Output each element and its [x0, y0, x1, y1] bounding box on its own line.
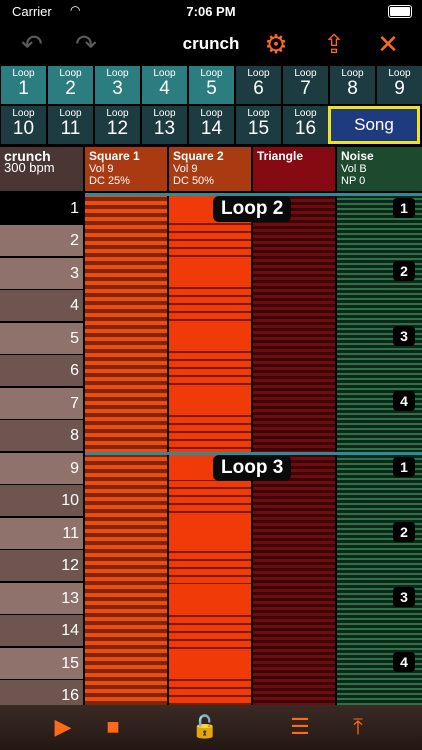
list-icon[interactable]: ☰ — [285, 713, 315, 741]
loop-button-3[interactable]: Loop 3 — [95, 66, 140, 104]
bar-number: 1 — [393, 457, 415, 477]
row-number[interactable]: 15 — [0, 648, 83, 679]
channel-noise[interactable]: Noise Vol B NP 0 — [337, 147, 422, 191]
status-time: 7:06 PM — [186, 4, 236, 19]
bar-number: 1 — [393, 198, 415, 218]
row-number[interactable]: 8 — [0, 420, 83, 451]
bottom-toolbar: ▶ ■ 🔓 ☰ ⤒ — [0, 705, 422, 750]
close-icon[interactable]: ✕ — [372, 28, 404, 60]
bar-number: 2 — [393, 261, 415, 281]
stop-icon[interactable]: ■ — [98, 713, 128, 741]
song-title: crunch — [182, 34, 240, 53]
note-block — [169, 649, 251, 675]
bar-number: 4 — [393, 652, 415, 672]
loop-button-8[interactable]: Loop 8 — [330, 66, 375, 104]
loop-button-5[interactable]: Loop 5 — [189, 66, 234, 104]
loop-button-7[interactable]: Loop 7 — [283, 66, 328, 104]
song-button[interactable]: Song — [328, 106, 420, 144]
note-block — [169, 584, 251, 610]
loop-label: Loop 3 — [213, 455, 292, 481]
loop-button-6[interactable]: Loop 6 — [236, 66, 281, 104]
row-number[interactable]: 3 — [0, 258, 83, 289]
row-number[interactable]: 12 — [0, 550, 83, 581]
row-number[interactable]: 6 — [0, 355, 83, 386]
bar-number: 3 — [393, 326, 415, 346]
loop-button-4[interactable]: Loop 4 — [142, 66, 187, 104]
scroll-top-icon[interactable]: ⤒ — [343, 713, 373, 741]
loop-button-9[interactable]: Loop 9 — [377, 66, 422, 104]
loop-button-11[interactable]: Loop 11 — [48, 106, 93, 144]
channel-triangle[interactable]: Triangle — [253, 147, 335, 191]
row-number[interactable]: 10 — [0, 485, 83, 516]
row-number[interactable]: 4 — [0, 290, 83, 321]
song-info[interactable]: crunch 300 bpm — [0, 147, 83, 191]
channel-square-1[interactable]: Square 1 Vol 9 DC 25% — [85, 147, 167, 191]
toolbar: ↶ ↷ crunch ⚙ ⇪ ✕ — [0, 24, 422, 64]
loop-label: Loop 2 — [213, 196, 292, 222]
pattern-grid[interactable]: Loop 2 Loop 3 1 2 3 4 1 2 3 4 — [85, 193, 422, 705]
row-number[interactable]: 11 — [0, 518, 83, 549]
row-number[interactable]: 2 — [0, 225, 83, 256]
note-block — [169, 519, 251, 545]
battery-icon — [388, 5, 412, 18]
song-tempo: 300 bpm — [4, 160, 55, 175]
note-block — [169, 389, 251, 415]
unlock-icon[interactable]: 🔓 — [190, 713, 220, 741]
loop-button-2[interactable]: Loop 2 — [48, 66, 93, 104]
row-number[interactable]: 1 — [0, 193, 83, 224]
gear-icon[interactable]: ⚙ — [260, 28, 292, 60]
status-bar: Carrier ◠ 7:06 PM — [0, 0, 422, 24]
loop-button-1[interactable]: Loop 1 — [1, 66, 46, 104]
bar-number: 2 — [393, 522, 415, 542]
channel-square-2[interactable]: Square 2 Vol 9 DC 50% — [169, 147, 251, 191]
channel-header: crunch 300 bpm Square 1 Vol 9 DC 25% Squar… — [0, 147, 422, 191]
row-number[interactable]: 9 — [0, 453, 83, 484]
share-icon[interactable]: ⇪ — [318, 28, 350, 60]
loop-button-16[interactable]: Loop 16 — [283, 106, 328, 144]
loop-button-12[interactable]: Loop 12 — [95, 106, 140, 144]
loop-button-13[interactable]: Loop 13 — [142, 106, 187, 144]
loop-button-15[interactable]: Loop 15 — [236, 106, 281, 144]
play-icon[interactable]: ▶ — [48, 713, 78, 741]
note-block — [169, 259, 251, 285]
row-number[interactable]: 7 — [0, 388, 83, 419]
row-number[interactable]: 13 — [0, 583, 83, 614]
bar-number: 4 — [393, 391, 415, 411]
loop-button-14[interactable]: Loop 14 — [189, 106, 234, 144]
square-1-track[interactable] — [85, 193, 167, 705]
note-block — [169, 324, 251, 350]
triangle-track[interactable] — [253, 193, 335, 705]
row-number[interactable]: 5 — [0, 323, 83, 354]
loop-button-10[interactable]: Loop 10 — [1, 106, 46, 144]
bar-number: 3 — [393, 587, 415, 607]
row-number[interactable]: 14 — [0, 615, 83, 646]
